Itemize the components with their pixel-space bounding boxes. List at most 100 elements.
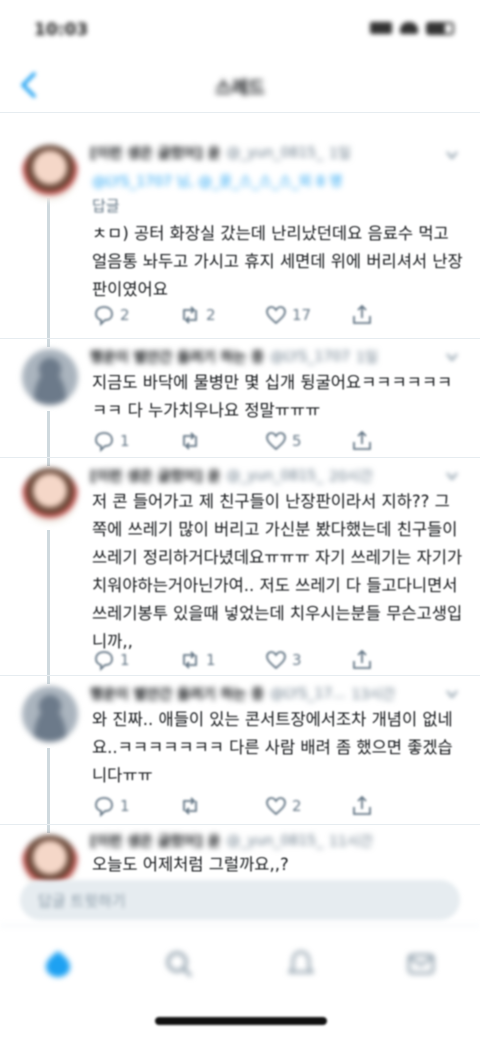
share-button[interactable] [350, 648, 420, 672]
heart-icon [266, 306, 286, 325]
retweet-button[interactable]: 2 [178, 303, 248, 327]
heart-icon [266, 797, 286, 816]
tweet-actions: 2 2 17 [92, 303, 420, 327]
like-button[interactable]: 3 [264, 648, 334, 672]
home-indicator[interactable] [155, 1017, 327, 1025]
reply-button[interactable]: 1 [92, 794, 162, 818]
thread-connector [47, 458, 50, 466]
tweet-actions: 1 5 [92, 429, 420, 453]
like-count: 3 [292, 651, 302, 669]
nav-bar: 스레드 [0, 60, 480, 113]
author-handle: @LYS_17... [270, 686, 346, 702]
share-icon [353, 649, 371, 669]
thread-connector [47, 825, 50, 833]
reply-button[interactable]: 2 [92, 303, 162, 327]
reply-label: 답글 [92, 197, 120, 215]
share-button[interactable] [350, 303, 420, 327]
tweet-actions: 1 2 [92, 794, 420, 818]
tweet-time: 11시간 [329, 834, 373, 850]
tweet-text: 저 콘 들어가고 제 친구들이 난장판이라서 지하?? 그쪽에 쓰레기 많이 버… [92, 492, 463, 651]
retweet-icon [183, 306, 197, 324]
author-name[interactable]: 행운이 별안간 올려기 하는 중 [90, 684, 264, 704]
chevron-down-icon[interactable] [446, 149, 458, 161]
search-icon[interactable] [163, 948, 195, 980]
avatar[interactable] [22, 349, 78, 405]
author-name[interactable]: 행운이 별안간 올려기 하는 중 [90, 347, 264, 367]
tweet-header: [이런 생은 글렀어] 윤 @_yun_0815_ 11시간 [90, 831, 460, 851]
retweet-count: 1 [206, 651, 216, 669]
reply-count: 1 [120, 651, 130, 669]
share-button[interactable] [350, 429, 420, 453]
heart-icon [266, 651, 286, 670]
thread-connector [47, 748, 50, 824]
author-name[interactable]: [이런 생은 글렀어] 윤 [90, 466, 220, 486]
tweet-header: [이런 생은 글렀어] 윤 @_yun_0815_ 20시간 [90, 466, 460, 486]
thread-connector [47, 339, 50, 347]
reply-to-users[interactable]: @LYS_1707 님, @_윤_스_스_스_외 8 명 [92, 171, 440, 191]
tweet-text: ㅊㅁ) 공터 화장실 갔는데 난리났던데요 음료수 먹고 얼음통 놔두고 가시고… [92, 224, 463, 299]
author-name[interactable]: [이런 생은 글렀어] 윤 [90, 143, 220, 163]
tweet[interactable]: [이런 생은 글렀어] 윤 @_yun_0815_ 20시간 저 콘 들어가고 … [0, 458, 480, 676]
share-button[interactable] [350, 794, 420, 818]
retweet-button[interactable]: 1 [178, 648, 248, 672]
compose-placeholder: 답글 트윗하기 [38, 892, 126, 910]
tweet-header: [이런 생은 글렀어] 윤 @_yun_0815_ 1일 [90, 143, 460, 163]
author-handle: @_yun_0815_ [226, 833, 324, 849]
thread-connector [47, 411, 50, 457]
tweet-time: 1일 [329, 146, 351, 162]
share-icon [353, 304, 371, 324]
tweet-actions: 1 1 3 [92, 648, 420, 672]
chevron-down-icon[interactable] [446, 470, 458, 482]
status-icons [370, 22, 454, 35]
tweet[interactable]: [이런 생은 글렀어] 윤 @_yun_0815_ 11시간 오늘도 어제처럼 … [0, 825, 480, 891]
reply-count: 1 [120, 797, 130, 815]
tweet[interactable]: 행운이 별안간 올려기 하는 중 @LYS_17... 13시간 와 진짜.. … [0, 676, 480, 825]
status-bar: 10:03 [0, 0, 480, 60]
status-time: 10:03 [34, 20, 89, 40]
share-icon [353, 795, 371, 815]
author-name[interactable]: [이런 생은 글렀어] 윤 [90, 831, 220, 851]
like-count: 17 [292, 306, 312, 324]
tab-bar [0, 925, 480, 1006]
tweet-time: 1일 [356, 350, 378, 366]
like-count: 5 [292, 432, 302, 450]
chevron-down-icon[interactable] [446, 351, 458, 363]
avatar[interactable] [22, 686, 78, 742]
page-title: 스레드 [215, 78, 265, 99]
reply-count: 2 [120, 306, 130, 324]
like-button[interactable]: 17 [264, 303, 334, 327]
like-button[interactable]: 5 [264, 429, 334, 453]
home-icon[interactable] [42, 948, 74, 980]
tweet-text: 지금도 바닥에 물병만 몇 십개 뒹굴어요ㅋㅋㅋㅋㅋㅋㅋㅋ 다 누가치우나요 정… [92, 373, 453, 420]
reply-icon [95, 306, 113, 327]
reply-compose-field[interactable]: 답글 트윗하기 [20, 880, 460, 920]
retweet-icon [183, 651, 197, 669]
retweet-button[interactable] [178, 429, 248, 453]
avatar[interactable] [22, 145, 78, 201]
like-button[interactable]: 2 [264, 794, 334, 818]
tweet-time: 20시간 [329, 469, 373, 485]
reply-button[interactable]: 1 [92, 429, 162, 453]
tweet-header: 행운이 별안간 올려기 하는 중 @LYS_17... 13시간 [90, 684, 460, 704]
tweet-time: 13시간 [351, 687, 396, 703]
signal-icon [370, 22, 392, 34]
reply-icon [95, 797, 113, 818]
notifications-icon[interactable] [285, 948, 317, 980]
messages-icon[interactable] [405, 948, 437, 980]
tweet-text: 와 진짜.. 애들이 있는 콘서트장에서조차 개념이 없네요..ㅋㅋㅋㅋㅋㅋㅋ … [92, 710, 453, 785]
tweet-header: 행운이 별안간 올려기 하는 중 @LYS_1707 1일 [90, 347, 460, 367]
avatar[interactable] [22, 468, 78, 524]
reply-count: 1 [120, 432, 130, 450]
battery-icon [426, 22, 454, 35]
tweet-text: 오늘도 어제처럼 그럴까요,,? [92, 855, 289, 874]
reply-icon [95, 432, 113, 453]
chevron-down-icon[interactable] [446, 688, 458, 700]
thread-connector [47, 530, 50, 675]
reply-button[interactable]: 1 [92, 648, 162, 672]
retweet-button[interactable] [178, 794, 248, 818]
tweet[interactable]: [이런 생은 글렀어] 윤 @_yun_0815_ 1일 @LYS_1707 님… [0, 113, 480, 339]
thread: [이런 생은 글렀어] 윤 @_yun_0815_ 1일 @LYS_1707 님… [0, 113, 480, 891]
author-handle: @_yun_0815_ [226, 468, 324, 484]
tweet[interactable]: 행운이 별안간 올려기 하는 중 @LYS_1707 1일 지금도 바닥에 물병… [0, 339, 480, 458]
share-icon [353, 430, 371, 450]
